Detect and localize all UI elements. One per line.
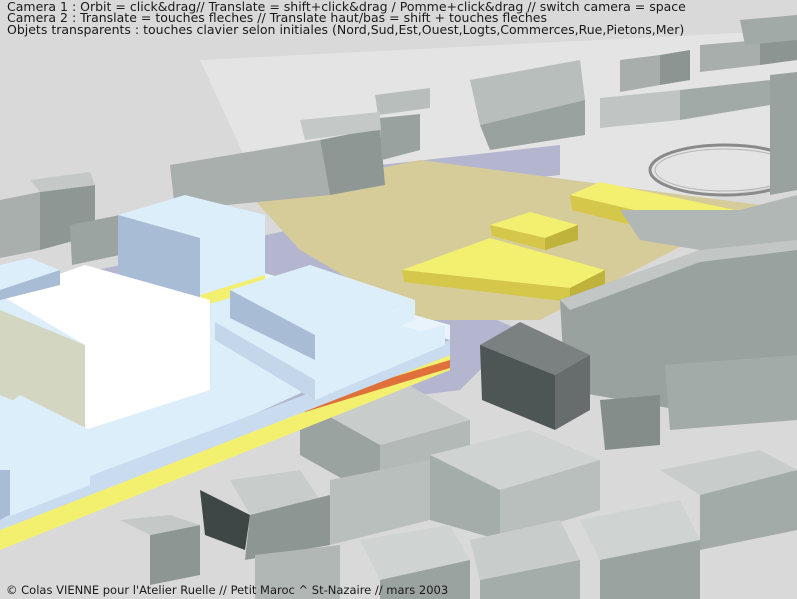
3d-viewport[interactable]: Camera 1 : Orbit = click&drag// Translat… <box>0 0 797 599</box>
far-building <box>740 15 797 45</box>
row-house <box>150 525 200 585</box>
grey-building <box>320 128 385 195</box>
grey-building <box>600 395 660 450</box>
3d-scene[interactable] <box>0 0 797 599</box>
help-text-transparent-objects: Objets transparents : touches clavier se… <box>7 22 685 37</box>
blue-block-dark <box>0 470 10 520</box>
credits-text: © Colas VIENNE pour l'Atelier Ruelle // … <box>6 583 449 597</box>
far-building <box>660 50 690 85</box>
grey-building <box>665 355 797 430</box>
grey-building <box>0 192 40 258</box>
far-building <box>770 72 797 195</box>
